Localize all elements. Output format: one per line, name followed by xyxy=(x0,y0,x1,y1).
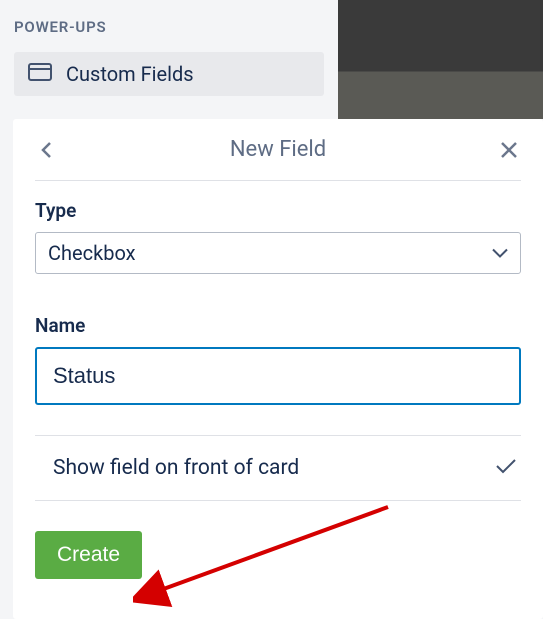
powerups-section-title: POWER-UPS xyxy=(14,18,324,36)
sidebar-item-custom-fields[interactable]: Custom Fields xyxy=(14,52,324,96)
powerups-section: POWER-UPS Custom Fields xyxy=(0,0,338,96)
back-button[interactable] xyxy=(35,138,59,162)
show-on-front-toggle[interactable]: Show field on front of card xyxy=(35,435,521,501)
show-on-front-label: Show field on front of card xyxy=(35,456,299,480)
modal-title: New Field xyxy=(230,137,326,162)
name-label: Name xyxy=(35,314,521,337)
custom-fields-icon xyxy=(28,62,52,86)
new-field-modal: New Field Type Checkbox Name Show field … xyxy=(13,119,543,619)
type-select-wrapper: Checkbox xyxy=(35,232,521,274)
chevron-left-icon xyxy=(40,140,54,160)
type-section: Type Checkbox xyxy=(35,199,521,274)
custom-fields-label: Custom Fields xyxy=(66,62,194,86)
close-icon xyxy=(500,141,518,159)
close-button[interactable] xyxy=(497,138,521,162)
modal-header: New Field xyxy=(35,137,521,181)
type-select[interactable]: Checkbox xyxy=(35,232,521,274)
type-label: Type xyxy=(35,199,521,222)
name-input[interactable] xyxy=(35,347,521,405)
check-icon xyxy=(495,457,521,479)
name-section: Name xyxy=(35,314,521,405)
create-button[interactable]: Create xyxy=(35,531,142,579)
background-image-area xyxy=(338,0,543,119)
annotation-arrow xyxy=(133,499,403,609)
